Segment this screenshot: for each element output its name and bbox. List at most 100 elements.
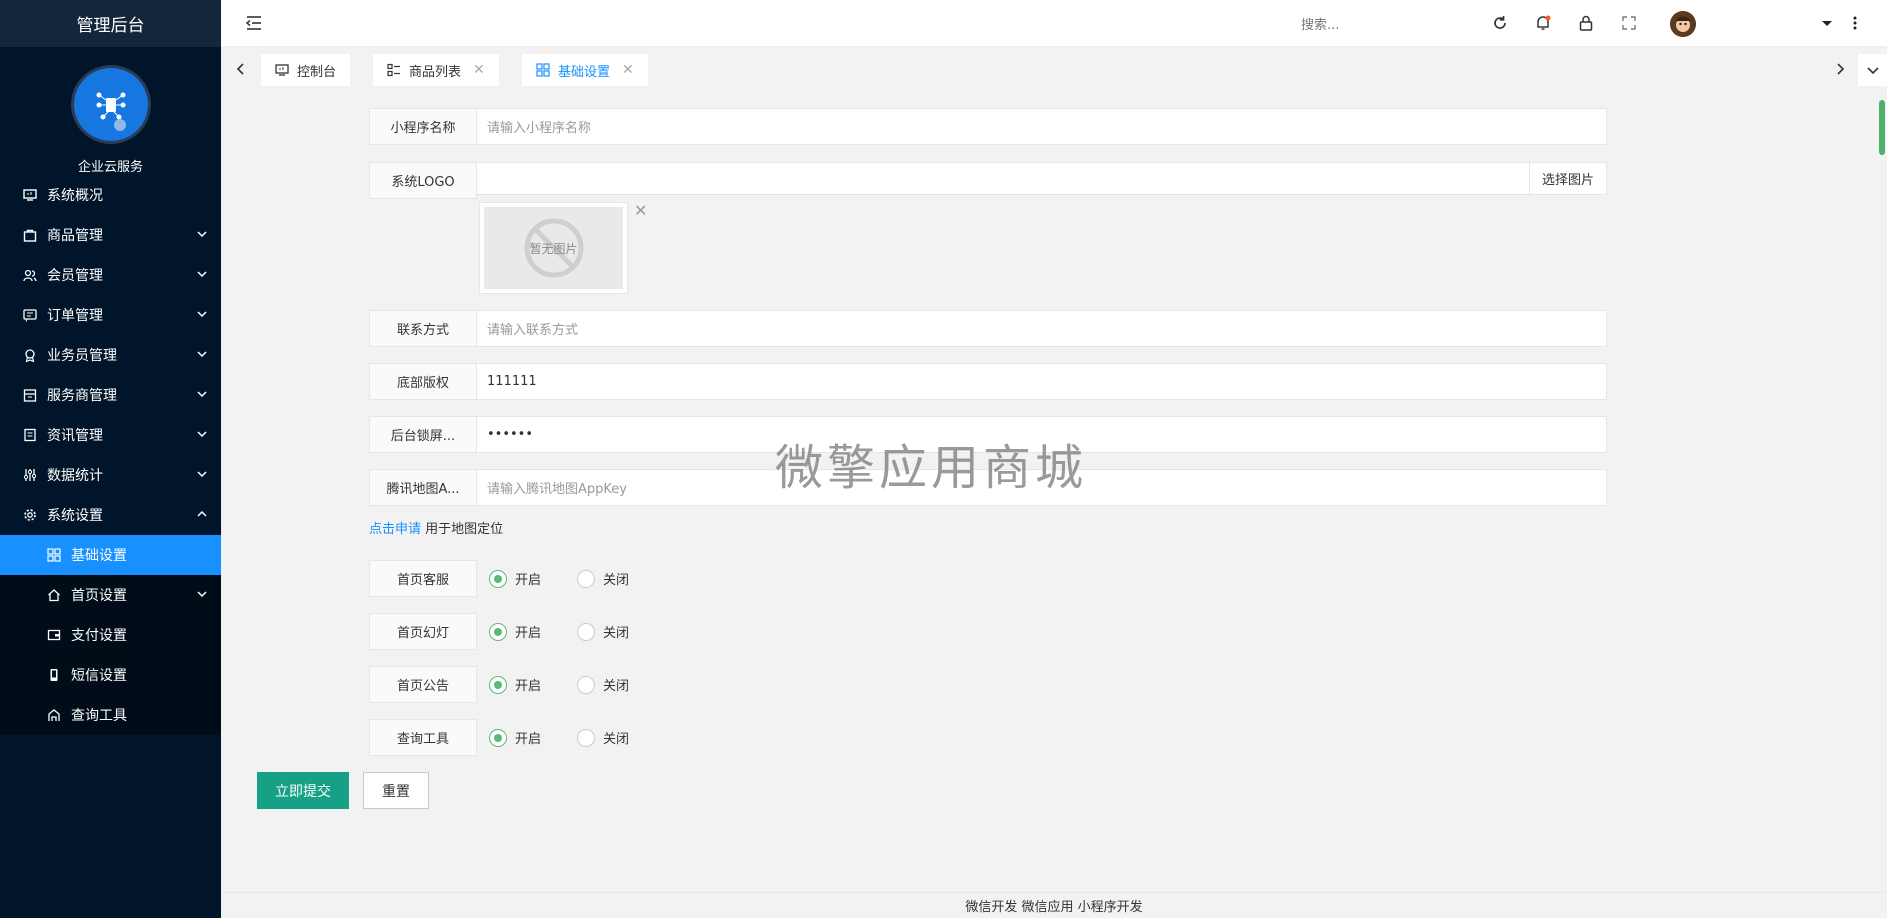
radio-off[interactable]: 关闭	[577, 675, 629, 694]
radio-on[interactable]: 开启	[489, 675, 541, 694]
choose-image-button[interactable]: 选择图片	[1528, 163, 1606, 194]
tab-label: 商品列表	[409, 64, 462, 80]
contact-input[interactable]: 请输入联系方式	[477, 310, 1607, 347]
radio-label: 关闭	[603, 732, 630, 747]
more-vertical-icon[interactable]	[1846, 14, 1864, 32]
chevron-down-icon	[197, 391, 207, 398]
sidebar-item-news[interactable]: 资讯管理	[0, 415, 221, 455]
tab-basic-settings[interactable]: 基础设置 ✕	[522, 54, 648, 86]
sidebar-item-members[interactable]: 会员管理	[0, 255, 221, 295]
radio-dot	[577, 622, 596, 641]
scrollbar[interactable]	[1876, 92, 1887, 892]
chevron-down-icon	[197, 311, 207, 318]
hint-text: 用于地图定位	[421, 522, 504, 537]
chevron-down-icon	[197, 231, 207, 238]
radio-label: 开启	[515, 626, 542, 641]
sidebar-item-label: 会员管理	[47, 268, 103, 284]
users-icon	[22, 267, 38, 283]
dashboard-icon	[22, 187, 38, 203]
sidebar-item-providers[interactable]: 服务商管理	[0, 375, 221, 415]
no-image-text: 暂无图片	[529, 241, 578, 256]
app-name-input[interactable]: 请输入小程序名称	[477, 108, 1607, 145]
sidebar-item-products[interactable]: 商品管理	[0, 215, 221, 255]
chevron-down-icon	[197, 431, 207, 438]
radio-dot	[489, 675, 507, 694]
reset-button[interactable]: 重置	[363, 772, 429, 809]
radio-label: 开启	[515, 732, 542, 747]
apply-link[interactable]: 点击申请	[369, 522, 421, 537]
close-icon[interactable]: ✕	[473, 62, 485, 78]
wallet-icon	[46, 627, 62, 643]
tab-label: 控制台	[297, 64, 337, 80]
sidebar-item-overview[interactable]: 系统概况	[0, 175, 221, 215]
chevron-down-icon	[197, 271, 207, 278]
radio-label: 关闭	[603, 573, 630, 588]
sidebar-item-label: 数据统计	[47, 468, 103, 484]
chevron-down-icon	[197, 591, 207, 598]
sidebar-item-sms-settings[interactable]: 短信设置	[0, 655, 221, 695]
field-label: 首页幻灯	[369, 613, 477, 650]
form-row-app-name: 小程序名称 请输入小程序名称	[369, 108, 1607, 145]
grid-icon	[46, 547, 62, 563]
tab-bar: 控制台 商品列表 ✕ 基础设置 ✕	[221, 47, 1887, 92]
tab-product-list[interactable]: 商品列表 ✕	[373, 54, 499, 86]
sidebar-item-label: 业务员管理	[47, 348, 117, 364]
caret-down-icon[interactable]	[1818, 14, 1836, 32]
search-input[interactable]: 搜索...	[1301, 14, 1339, 33]
lock-icon[interactable]	[1577, 14, 1595, 32]
sidebar: 管理后台 企业云服务 系统概况 商品管理 会员管理 订单管理 业务员管理 服务商…	[0, 0, 221, 918]
chevron-left-icon[interactable]	[233, 61, 249, 77]
news-icon	[22, 427, 38, 443]
order-icon	[22, 307, 38, 323]
watermark: 微擎应用商城	[775, 440, 1088, 496]
form-row-copyright: 底部版权 111111	[369, 363, 1607, 400]
sidebar-item-home-settings[interactable]: 首页设置	[0, 575, 221, 615]
sidebar-item-statistics[interactable]: 数据统计	[0, 455, 221, 495]
logo-path-input[interactable]: 选择图片	[477, 162, 1607, 195]
sidebar-item-label: 资讯管理	[47, 428, 103, 444]
avatar[interactable]	[1670, 11, 1696, 37]
sidebar-item-label: 首页设置	[71, 588, 127, 604]
field-label: 腾讯地图A...	[369, 469, 477, 506]
field-label: 小程序名称	[369, 108, 477, 145]
radio-on[interactable]: 开启	[489, 569, 541, 588]
radio-off[interactable]: 关闭	[577, 728, 629, 747]
tab-console[interactable]: 控制台	[261, 54, 351, 86]
radio-on[interactable]: 开启	[489, 728, 541, 747]
sidebar-item-orders[interactable]: 订单管理	[0, 295, 221, 335]
refresh-icon[interactable]	[1491, 14, 1509, 32]
sidebar-item-settings[interactable]: 系统设置	[0, 495, 221, 535]
sidebar-item-label: 订单管理	[47, 308, 103, 324]
scrollbar-thumb[interactable]	[1879, 100, 1885, 155]
badge-icon	[22, 347, 38, 363]
sidebar-item-payment-settings[interactable]: 支付设置	[0, 615, 221, 655]
chevron-right-icon[interactable]	[1832, 61, 1848, 77]
sidebar-item-basic-settings[interactable]: 基础设置	[0, 535, 221, 575]
field-label: 查询工具	[369, 719, 477, 756]
fullscreen-icon[interactable]	[1620, 14, 1638, 32]
radio-on[interactable]: 开启	[489, 622, 541, 641]
field-label: 首页客服	[369, 560, 477, 597]
tab-menu-button[interactable]	[1858, 54, 1887, 86]
no-image-placeholder: 暂无图片	[484, 207, 623, 289]
logo-preview: 暂无图片 ✕	[479, 201, 647, 294]
submit-button[interactable]: 立即提交	[257, 772, 349, 809]
sidebar-item-salesmen[interactable]: 业务员管理	[0, 335, 221, 375]
tab-label: 基础设置	[558, 64, 611, 80]
form-row-contact: 联系方式 请输入联系方式	[369, 310, 1607, 347]
field-label: 首页公告	[369, 666, 477, 703]
copyright-input[interactable]: 111111	[477, 363, 1607, 400]
bell-icon[interactable]	[1534, 14, 1552, 32]
close-icon[interactable]: ✕	[622, 62, 634, 78]
top-header: 搜索...	[221, 0, 1887, 47]
company-logo[interactable]	[70, 65, 151, 144]
store-icon	[22, 387, 38, 403]
radio-dot	[577, 728, 596, 747]
radio-off[interactable]: 关闭	[577, 569, 629, 588]
sidebar-item-query-tool[interactable]: 查询工具	[0, 695, 221, 735]
remove-image-icon[interactable]: ✕	[634, 201, 647, 220]
radio-off[interactable]: 关闭	[577, 622, 629, 641]
sidebar-item-label: 系统概况	[47, 188, 103, 204]
chevron-up-icon	[197, 510, 207, 517]
menu-fold-icon[interactable]	[245, 14, 263, 32]
